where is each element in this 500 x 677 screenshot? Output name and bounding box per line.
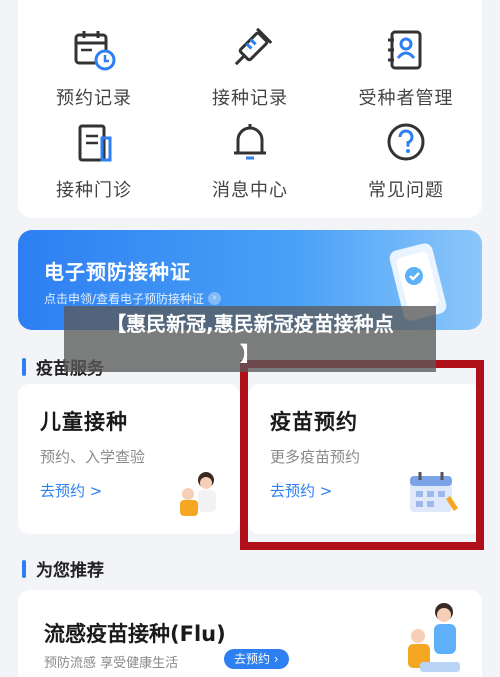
caption-line-1: 【惠民新冠,惠民新冠疫苗接种点 — [106, 312, 394, 336]
nurse-vaccinating-icon — [408, 603, 460, 672]
quick-item-label: 常见问题 — [368, 180, 444, 201]
overlay-caption: 【惠民新冠,惠民新冠疫苗接种点 】 — [64, 306, 436, 372]
quick-item-recipient-management[interactable]: 受种者管理 — [336, 28, 476, 118]
quick-item-faq[interactable]: 常见问题 — [336, 120, 476, 210]
highlight-frame — [240, 360, 484, 550]
caption-line-2: 】 — [240, 342, 260, 366]
banner-subtitle-text: 点击申领/查看电子预防接种证 — [44, 292, 205, 306]
quick-item-label: 预约记录 — [56, 88, 132, 109]
chevron-right-icon: › — [208, 292, 222, 305]
quick-item-vaccination-records[interactable]: 接种记录 — [180, 28, 320, 118]
syringe-icon — [234, 28, 272, 66]
quick-item-message-center[interactable]: 消息中心 — [180, 120, 320, 210]
card-description: 预防流感 享受健康生活 — [44, 656, 179, 671]
quick-item-label: 消息中心 — [212, 180, 288, 201]
bell-icon — [234, 124, 266, 160]
book-button[interactable]: 去预约 › — [224, 649, 289, 669]
child-vaccination-card[interactable]: 儿童接种 预约、入学查验 去预约 > — [18, 384, 240, 534]
question-circle-icon — [387, 123, 425, 161]
section-header-recommended: 为您推荐 — [22, 556, 104, 581]
book-link[interactable]: 去预约 > — [40, 480, 102, 501]
banner-title: 电子预防接种证 — [44, 260, 191, 284]
quick-access-card: 预约记录 接种记录 受种者管理 接种门诊 消息中心 常见问题 — [18, 0, 482, 218]
flu-vaccine-card[interactable]: 流感疫苗接种(Flu) 预防流感 享受健康生活 去预约 › — [18, 590, 482, 677]
card-title: 儿童接种 — [40, 410, 128, 434]
section-accent-bar — [22, 559, 26, 578]
card-title: 流感疫苗接种(Flu) — [44, 622, 226, 646]
quick-item-label: 接种门诊 — [56, 180, 132, 201]
quick-item-label: 接种记录 — [212, 88, 288, 109]
mother-child-icon — [180, 472, 216, 516]
section-accent-bar — [22, 357, 26, 376]
quick-item-vaccination-clinic[interactable]: 接种门诊 — [24, 120, 164, 210]
banner-subtitle[interactable]: 点击申领/查看电子预防接种证 › — [44, 290, 222, 307]
person-card-icon — [388, 30, 422, 70]
section-title: 为您推荐 — [36, 561, 104, 581]
quick-item-label: 受种者管理 — [358, 88, 454, 109]
calendar-clock-icon — [74, 31, 116, 71]
quick-item-appointment-records[interactable]: 预约记录 — [24, 28, 164, 118]
card-description: 预约、入学查验 — [40, 448, 146, 466]
clinic-building-icon — [78, 124, 112, 162]
